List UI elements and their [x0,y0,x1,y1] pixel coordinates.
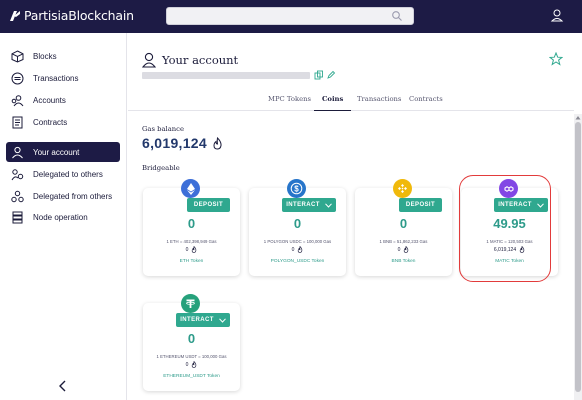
delegated-icon [10,167,24,181]
tab-mpc-tokens[interactable]: MPC Tokens [268,95,311,111]
coin-card-polygon-usdc: $ P 0 INTERACT 1 POLYGON USDC = 100,000 … [249,179,346,276]
tether-icon [181,294,200,313]
sidebar-item-label: Transactions [33,73,79,83]
deposit-button[interactable]: DEPOSIT [399,198,442,212]
delegated-from-icon [10,189,24,203]
sidebar-item-accounts[interactable]: Accounts [6,90,120,110]
sidebar-item-your-account[interactable]: Your account [6,142,120,162]
sidebar-item-label: Node operation [33,212,88,222]
top-bar: PartisiaBlockchain [0,0,582,33]
coin-rate: 1 ETHEREUM USDT = 100,000 Gas [156,354,227,359]
button-label: DEPOSIT [193,202,224,208]
sidebar-item-label: Blocks [33,51,57,61]
account-address-redacted [142,72,310,79]
sidebar-item-delegated-to-others[interactable]: Delegated to others [6,164,120,184]
coin-token-link[interactable]: POLYGON_USDC Token [249,259,346,264]
sidebar-item-blocks[interactable]: Blocks [6,46,120,66]
document-icon [10,115,24,129]
sidebar-item-contracts[interactable]: Contracts [6,112,120,132]
gas-balance-label: Gas balance [142,125,184,133]
sidebar: Blocks Transactions Accounts Contracts Y… [0,33,127,400]
interact-button[interactable]: INTERACT [176,313,230,327]
scrollbar[interactable] [574,114,582,400]
logo[interactable]: PartisiaBlockchain [8,8,134,23]
coin-token-link[interactable]: ETH Token [143,259,240,264]
gas-balance-value: 6,019,124 [142,135,223,151]
sidebar-item-label: Your account [33,147,80,157]
sidebar-item-label: Delegated to others [33,169,103,179]
coin-gas: 0 [355,246,452,253]
scroll-up-icon[interactable] [575,115,581,120]
collapse-sidebar-icon[interactable] [56,379,70,393]
gas-flame-icon [192,361,197,368]
usdc-icon: $ [287,179,306,198]
ethereum-icon [181,179,200,198]
favorite-star-icon[interactable] [549,52,563,66]
partisia-logo-icon [10,10,20,21]
sidebar-item-label: Delegated from others [33,191,113,201]
interact-button[interactable]: INTERACT [282,198,336,212]
gas-flame-icon [298,246,303,253]
search-icon[interactable] [391,10,403,22]
button-label: INTERACT [180,317,214,323]
sidebar-item-delegated-from-others[interactable]: Delegated from others [6,186,120,206]
svg-text:$: $ [294,184,299,193]
sidebar-item-transactions[interactable]: Transactions [6,68,120,88]
cube-icon [10,49,24,63]
gas-flame-icon [404,246,409,253]
coin-gas-value: 0 [185,246,189,253]
main-content: Your account MPC Tokens Coins Transactio… [128,33,582,400]
user-icon [10,145,24,159]
server-icon [10,210,24,224]
coin-gas-value: 0 [185,361,189,368]
bnb-icon [393,179,412,198]
button-label: DEPOSIT [405,202,436,208]
user-menu-icon[interactable] [549,7,565,25]
coin-token-link[interactable]: BNB Token [355,259,452,264]
coin-card-ethereum-usdt: E 0 INTERACT 1 ETHEREUM USDT = 100,000 G… [143,294,240,391]
account-header: Your account [142,52,238,68]
edit-icon[interactable] [326,70,336,80]
sidebar-item-label: Accounts [33,95,66,105]
coin-gas: 0 [249,246,346,253]
app-title: PartisiaBlockchain [24,8,134,23]
gas-flame-icon [213,136,222,150]
sidebar-item-node-operation[interactable]: Node operation [6,207,120,227]
button-label: INTERACT [286,202,320,208]
page-title: Your account [162,53,239,67]
coin-rate: 1 BNB = 51,862,233 Gas [379,239,428,244]
coin-amount: 0 [187,331,196,346]
gas-balance-amount: 6,019,124 [142,135,207,151]
transactions-icon [10,71,24,85]
sidebar-item-label: Contracts [33,117,68,127]
coin-card-bnb: B 0 DEPOSIT 1 BNB = 51,862,233 Gas 0 BNB… [355,179,452,276]
scrollbar-thumb[interactable] [575,122,581,392]
deposit-button[interactable]: DEPOSIT [187,198,230,212]
copy-icon[interactable] [314,70,324,80]
search-input[interactable] [166,7,414,25]
coin-amount: 0 [399,216,408,231]
coin-gas-value: 0 [291,246,295,253]
coin-gas: 0 [143,361,240,368]
account-tabs: MPC Tokens Coins Transactions Contracts [128,91,574,111]
gas-flame-icon [192,246,197,253]
bridgeable-label: Bridgeable [142,164,180,172]
coin-gas: 0 [143,246,240,253]
accounts-icon [10,93,24,107]
coin-amount: 0 [187,216,196,231]
chevron-down-icon [324,202,332,208]
coin-rate: 1 POLYGON USDC = 100,000 Gas [263,239,332,244]
account-avatar-icon [142,52,156,68]
coin-gas-value: 0 [397,246,401,253]
tab-contracts[interactable]: Contracts [409,95,443,111]
coin-card-eth: E 0 DEPOSIT 1 ETH = 402,398,949 Gas 0 ET… [143,179,240,276]
coin-amount: 0 [293,216,302,231]
coin-rate: 1 ETH = 402,398,949 Gas [166,239,217,244]
tab-coins[interactable]: Coins [314,95,352,111]
highlight-annotation [459,175,551,282]
coin-token-link[interactable]: ETHEREUM_USDT Token [143,374,240,379]
tab-transactions[interactable]: Transactions [357,95,401,111]
chevron-down-icon [218,317,226,323]
